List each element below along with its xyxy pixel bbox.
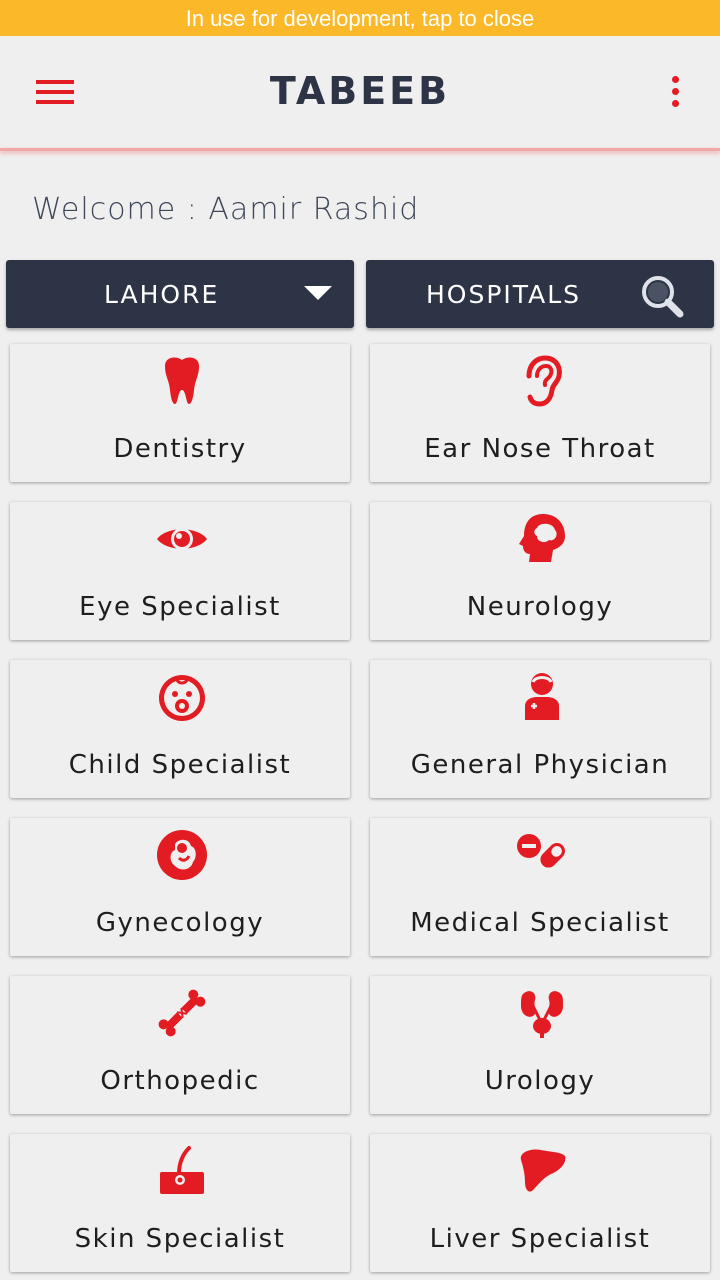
specialty-card-general-physician[interactable]: General Physician [370,660,710,798]
specialty-card-child[interactable]: Child Specialist [10,660,350,798]
more-options-icon[interactable] [664,74,688,110]
specialty-card-skin[interactable]: Skin Specialist [10,1134,350,1272]
category-search[interactable]: HOSPITALS [366,260,714,328]
specialty-card-dentistry[interactable]: Dentistry [10,344,350,482]
specialty-label: Child Specialist [68,750,292,780]
specialty-card-medical-specialist[interactable]: Medical Specialist [370,818,710,956]
app-bar-divider [0,148,720,151]
dev-banner[interactable]: In use for development, tap to close [0,0,720,36]
specialty-card-liver[interactable]: Liver Specialist [370,1134,710,1272]
specialty-card-urology[interactable]: Urology [370,976,710,1114]
specialty-label: Eye Specialist [79,592,281,622]
city-selector[interactable]: LAHORE [6,260,354,328]
category-label: HOSPITALS [426,280,582,309]
dropdown-arrow-icon [304,286,332,300]
city-selector-label: LAHORE [104,280,220,309]
specialty-label: Dentistry [113,434,247,464]
welcome-text: Welcome : Aamir Rashid [32,192,420,227]
specialty-card-orthopedic[interactable]: Orthopedic [10,976,350,1114]
specialty-label: Neurology [466,592,614,622]
specialty-card-neurology[interactable]: Neurology [370,502,710,640]
app-bar: TABEEB [0,36,720,148]
specialty-label: Urology [484,1066,596,1096]
app-title: TABEEB [269,69,451,113]
kidneys-icon [521,991,563,1038]
specialty-label: Liver Specialist [429,1224,651,1254]
specialty-label: General Physician [410,750,670,780]
physician-icon [525,673,559,720]
fetus-icon [157,830,207,880]
specialty-label: Ear Nose Throat [424,434,656,464]
specialty-card-eye[interactable]: Eye Specialist [10,502,350,640]
baby-face-icon [159,675,205,721]
specialty-label: Medical Specialist [410,908,670,938]
specialty-label: Skin Specialist [74,1224,286,1254]
specialty-label: Gynecology [95,908,265,938]
specialty-card-gynecology[interactable]: Gynecology [10,818,350,956]
pills-icon [517,834,565,868]
liver-icon [520,1149,566,1192]
specialty-label: Orthopedic [100,1066,260,1096]
skin-hair-icon [160,1146,204,1194]
search-icon[interactable] [638,272,686,320]
ear-icon [526,355,562,407]
specialty-card-ent[interactable]: Ear Nose Throat [370,344,710,482]
broken-bone-icon [158,989,206,1037]
tooth-icon [165,357,199,404]
eye-icon [157,528,207,550]
brain-head-icon [519,514,565,562]
